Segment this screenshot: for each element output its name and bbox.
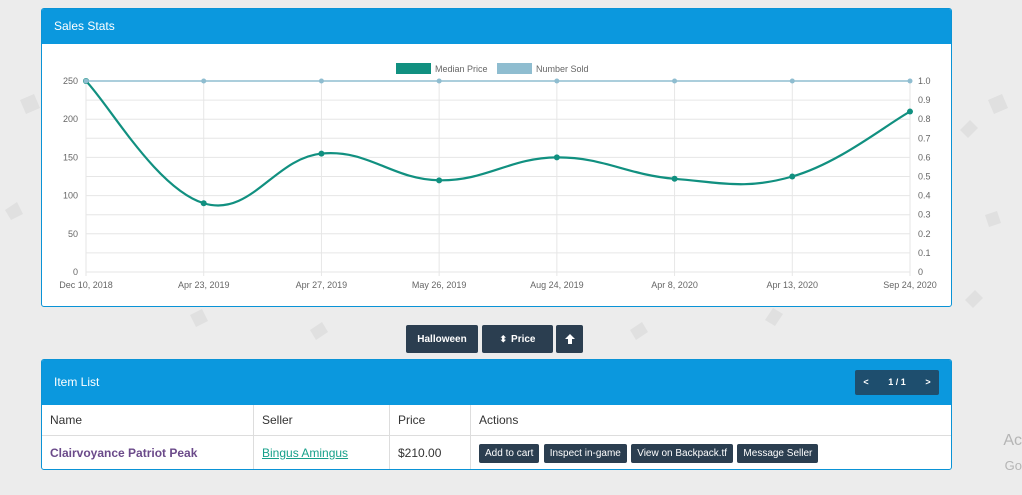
y-right-tick-label: 0.7 xyxy=(918,133,931,143)
legend-swatch xyxy=(396,63,431,74)
x-tick-label: Aug 24, 2019 xyxy=(530,280,584,290)
data-point xyxy=(671,175,678,182)
pager-page-indicator: 1 / 1 xyxy=(888,377,906,387)
edge-text-2: Go xyxy=(1004,458,1022,473)
column-header-name: Name xyxy=(42,405,254,436)
y-right-tick-label: 0.1 xyxy=(918,248,931,258)
sales-stats-header: Sales Stats xyxy=(42,9,951,44)
sort-price-label: Price xyxy=(511,333,536,345)
item-price: $210.00 xyxy=(389,435,471,469)
y-left-tick-label: 250 xyxy=(63,76,78,86)
x-tick-label: Apr 23, 2019 xyxy=(178,280,230,290)
pagination: < 1 / 1 > xyxy=(855,370,939,395)
pager-prev-button[interactable]: < xyxy=(855,370,877,395)
x-tick-label: Apr 13, 2020 xyxy=(767,280,819,290)
inspect-in-game-button[interactable]: Inspect in-game xyxy=(543,443,627,463)
seller-link[interactable]: Bingus Amingus xyxy=(262,446,348,460)
y-left-tick-label: 150 xyxy=(63,152,78,162)
x-tick-label: Apr 27, 2019 xyxy=(296,280,348,290)
data-point xyxy=(200,200,207,207)
actions-cell: Add to cart Inspect in-game View on Back… xyxy=(471,436,952,470)
y-right-tick-label: 0.4 xyxy=(918,191,931,201)
y-right-tick-label: 0.9 xyxy=(918,95,931,105)
data-point xyxy=(436,177,443,184)
x-tick-label: Apr 8, 2020 xyxy=(651,280,698,290)
column-header-seller: Seller xyxy=(253,405,390,436)
table-header-row: Name Seller Price Actions xyxy=(42,405,951,436)
column-header-price: Price xyxy=(389,405,471,436)
sort-icon: ⬍ xyxy=(499,333,508,344)
data-point xyxy=(554,78,560,84)
pager-next-button[interactable]: > xyxy=(917,370,939,395)
y-right-tick-label: 0.6 xyxy=(918,152,931,162)
sales-stats-panel: Sales Stats Median Price Number Sold 0 50 1… xyxy=(41,8,952,307)
y-left-tick-label: 100 xyxy=(63,191,78,201)
item-list-title: Item List xyxy=(54,375,100,389)
seller-cell: Bingus Amingus xyxy=(253,435,390,469)
column-header-actions: Actions xyxy=(470,405,951,436)
edge-text-1: Ac xyxy=(1003,432,1022,449)
y-right-tick-label: 0.3 xyxy=(918,210,931,220)
y-left-tick-label: 200 xyxy=(63,114,78,124)
x-tick-label: Sep 24, 2020 xyxy=(883,280,937,290)
data-point xyxy=(318,150,325,157)
data-point xyxy=(436,78,442,84)
y-right-tick-label: 0.8 xyxy=(918,114,931,124)
data-point xyxy=(907,108,913,115)
legend-label: Median Price xyxy=(435,64,488,74)
data-point xyxy=(201,78,207,84)
y-left-tick-label: 0 xyxy=(73,267,78,277)
y-right-tick-label: 0 xyxy=(918,267,923,277)
y-right-tick-label: 1.0 xyxy=(918,76,931,86)
x-tick-label: May 26, 2019 xyxy=(412,280,467,290)
view-on-backpack-button[interactable]: View on Backpack.tf xyxy=(631,443,734,463)
data-point xyxy=(553,154,560,161)
legend-label: Number Sold xyxy=(536,64,589,74)
message-seller-button[interactable]: Message Seller xyxy=(737,443,819,463)
data-point xyxy=(789,78,795,84)
data-point xyxy=(907,78,913,84)
item-name[interactable]: Clairvoyance Patriot Peak xyxy=(42,435,254,469)
filter-halloween-button[interactable]: Halloween xyxy=(406,325,478,353)
filter-halloween-label: Halloween xyxy=(417,333,467,345)
item-list-panel: Item List < 1 / 1 > Name Seller Price Ac… xyxy=(41,359,952,470)
add-to-cart-button[interactable]: Add to cart xyxy=(479,443,540,463)
sort-price-button[interactable]: ⬍ Price xyxy=(482,325,553,353)
data-point xyxy=(789,173,796,180)
table-row: Clairvoyance Patriot Peak Bingus Amingus… xyxy=(42,435,952,470)
item-list-header: Item List < 1 / 1 > xyxy=(42,360,951,405)
y-right-tick-label: 0.2 xyxy=(918,229,931,239)
x-tick-label: Dec 10, 2018 xyxy=(59,280,113,290)
y-right-tick-label: 0.5 xyxy=(918,172,931,182)
arrow-up-icon xyxy=(564,334,575,344)
sales-chart: Median Price Number Sold 050100150200250 … xyxy=(59,63,937,290)
data-point xyxy=(83,78,89,84)
item-table: Name Seller Price Actions Clairvoyance P… xyxy=(42,405,952,470)
sort-direction-button[interactable] xyxy=(556,325,583,353)
data-point xyxy=(318,78,324,84)
data-point xyxy=(672,78,678,84)
legend-swatch xyxy=(497,63,532,74)
y-left-tick-label: 50 xyxy=(68,229,78,239)
